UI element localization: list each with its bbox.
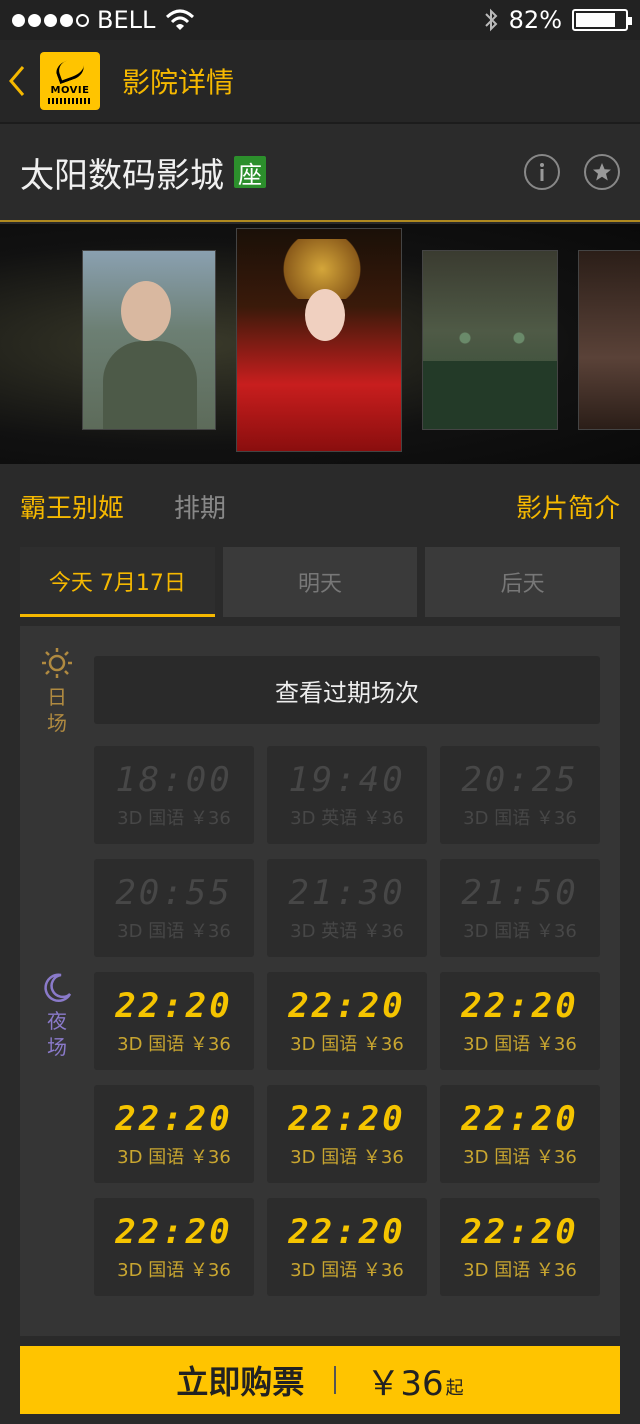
buy-price: ￥36 bbox=[366, 1363, 444, 1404]
showtime-time: 20:25 bbox=[461, 760, 579, 800]
showtime-slot-past: 19:40 3D 英语 ￥36 bbox=[267, 746, 427, 844]
back-button[interactable] bbox=[2, 39, 32, 123]
moon-icon bbox=[44, 973, 72, 1003]
showtime-info: 3D 国语 ￥36 bbox=[290, 1260, 404, 1281]
showtime-info: 3D 国语 ￥36 bbox=[117, 808, 231, 829]
info-icon[interactable] bbox=[524, 154, 560, 190]
showtime-info: 3D 国语 ￥36 bbox=[463, 1034, 577, 1055]
logo-mark-icon bbox=[53, 55, 87, 85]
poster-carousel[interactable] bbox=[0, 224, 640, 464]
showtime-info: 3D 国语 ￥36 bbox=[117, 921, 231, 942]
tab-tomorrow[interactable]: 明天 bbox=[222, 547, 418, 617]
movie-poster-selected[interactable] bbox=[236, 228, 402, 452]
showtime-info: 3D 英语 ￥36 bbox=[290, 808, 404, 829]
showtime-info: 3D 国语 ￥36 bbox=[290, 1034, 404, 1055]
view-past-showtimes-button[interactable]: 查看过期场次 bbox=[94, 656, 600, 724]
cinema-name: 太阳数码影城 bbox=[20, 155, 224, 196]
showtime-info: 3D 国语 ￥36 bbox=[290, 1147, 404, 1168]
showtime-slot-past: 21:30 3D 英语 ￥36 bbox=[267, 859, 427, 957]
carrier-label: BELL bbox=[97, 6, 156, 34]
movie-info-row: 霸王别姬 排期 影片简介 bbox=[0, 466, 640, 546]
showtime-time: 22:20 bbox=[115, 1212, 233, 1252]
night-label-1: 夜 bbox=[47, 1009, 67, 1033]
battery-icon bbox=[572, 9, 632, 31]
bluetooth-icon bbox=[484, 8, 498, 32]
seat-badge: 座 bbox=[234, 156, 266, 189]
schedule-label: 排期 bbox=[174, 493, 227, 524]
showtime-slot[interactable]: 22:20 3D 国语 ￥36 bbox=[94, 972, 254, 1070]
buy-label: 立即购票 bbox=[176, 1363, 305, 1401]
showtime-slot[interactable]: 22:20 3D 国语 ￥36 bbox=[94, 1198, 254, 1296]
showtime-time: 18:00 bbox=[115, 760, 233, 800]
logo-barcode-icon bbox=[48, 98, 92, 104]
day-label-1: 日 bbox=[47, 685, 67, 709]
showtime-time: 22:20 bbox=[461, 1212, 579, 1252]
showtime-info: 3D 英语 ￥36 bbox=[290, 921, 404, 942]
day-tabs: 今天 7月17日 明天 后天 bbox=[20, 547, 621, 617]
movie-poster[interactable] bbox=[578, 250, 640, 430]
battery-percent: 82% bbox=[508, 6, 562, 34]
showtime-slot[interactable]: 22:20 3D 国语 ￥36 bbox=[267, 972, 427, 1070]
app-logo: MOVIE bbox=[40, 52, 100, 110]
showtime-info: 3D 国语 ￥36 bbox=[117, 1260, 231, 1281]
buy-price-suffix: 起 bbox=[445, 1378, 464, 1399]
showtime-time: 22:20 bbox=[115, 986, 233, 1026]
chevron-left-icon bbox=[9, 66, 25, 96]
showtime-time: 19:40 bbox=[288, 760, 406, 800]
showtime-time: 22:20 bbox=[288, 1212, 406, 1252]
tab-day-after-tomorrow[interactable]: 后天 bbox=[425, 547, 621, 617]
page-title: 影院详情 bbox=[122, 66, 235, 99]
showtime-time: 21:30 bbox=[288, 873, 406, 913]
logo-text: MOVIE bbox=[50, 85, 90, 96]
showtime-slot[interactable]: 22:20 3D 国语 ￥36 bbox=[440, 1085, 600, 1183]
showtime-slot-past: 18:00 3D 国语 ￥36 bbox=[94, 746, 254, 844]
day-label-2: 场 bbox=[47, 711, 67, 735]
showtime-time: 22:20 bbox=[461, 1099, 579, 1139]
buy-ticket-button[interactable]: 立即购票 ￥36 起 bbox=[20, 1346, 620, 1414]
day-session-label: 日 场 bbox=[40, 646, 74, 736]
wifi-icon bbox=[166, 9, 195, 30]
showtime-slot[interactable]: 22:20 3D 国语 ￥36 bbox=[440, 1198, 600, 1296]
showtime-info: 3D 国语 ￥36 bbox=[463, 808, 577, 829]
showtime-slot-past: 20:25 3D 国语 ￥36 bbox=[440, 746, 600, 844]
showtime-slot[interactable]: 22:20 3D 国语 ￥36 bbox=[440, 972, 600, 1070]
showtime-time: 22:20 bbox=[115, 1099, 233, 1139]
movie-poster[interactable] bbox=[82, 250, 216, 430]
showtime-grid: 18:00 3D 国语 ￥36 19:40 3D 英语 ￥36 20:25 3D 国语 ￥… bbox=[94, 746, 602, 1296]
showtime-info: 3D 国语 ￥36 bbox=[117, 1147, 231, 1168]
night-session-label: 夜 场 bbox=[40, 972, 74, 1060]
showtime-slot-past: 20:55 3D 国语 ￥36 bbox=[94, 859, 254, 957]
showtime-info: 3D 国语 ￥36 bbox=[463, 921, 577, 942]
nav-bar: MOVIE 影院详情 bbox=[0, 40, 640, 124]
showtime-time: 22:20 bbox=[461, 986, 579, 1026]
star-icon[interactable] bbox=[584, 154, 620, 190]
movie-intro-link[interactable]: 影片简介 bbox=[516, 488, 620, 525]
bottom-bar: 立即购票 ￥36 起 bbox=[0, 1336, 640, 1424]
showtime-time: 22:20 bbox=[288, 986, 406, 1026]
showtime-info: 3D 国语 ￥36 bbox=[117, 1034, 231, 1055]
showtime-time: 20:55 bbox=[115, 873, 233, 913]
sun-icon bbox=[42, 648, 72, 678]
movie-poster[interactable] bbox=[422, 250, 558, 430]
status-bar: BELL 82% bbox=[0, 0, 640, 40]
showtime-slot[interactable]: 22:20 3D 国语 ￥36 bbox=[267, 1085, 427, 1183]
showtime-slot[interactable]: 22:20 3D 国语 ￥36 bbox=[267, 1198, 427, 1296]
divider bbox=[334, 1366, 337, 1394]
showtime-time: 21:50 bbox=[461, 873, 579, 913]
showtime-slot[interactable]: 22:20 3D 国语 ￥36 bbox=[94, 1085, 254, 1183]
cinema-header: 太阳数码影城 座 bbox=[0, 124, 640, 222]
showtime-slot-past: 21:50 3D 国语 ￥36 bbox=[440, 859, 600, 957]
signal-strength-icon bbox=[12, 13, 89, 27]
schedule-panel: 日 场 夜 场 查看过期场次 18:00 3D 国语 ￥36 19:40 3D 英语 … bbox=[20, 626, 620, 1346]
tab-today[interactable]: 今天 7月17日 bbox=[20, 547, 215, 617]
night-label-2: 场 bbox=[47, 1035, 67, 1059]
showtime-info: 3D 国语 ￥36 bbox=[463, 1147, 577, 1168]
movie-title: 霸王别姬 bbox=[20, 493, 125, 524]
showtime-time: 22:20 bbox=[288, 1099, 406, 1139]
showtime-info: 3D 国语 ￥36 bbox=[463, 1260, 577, 1281]
